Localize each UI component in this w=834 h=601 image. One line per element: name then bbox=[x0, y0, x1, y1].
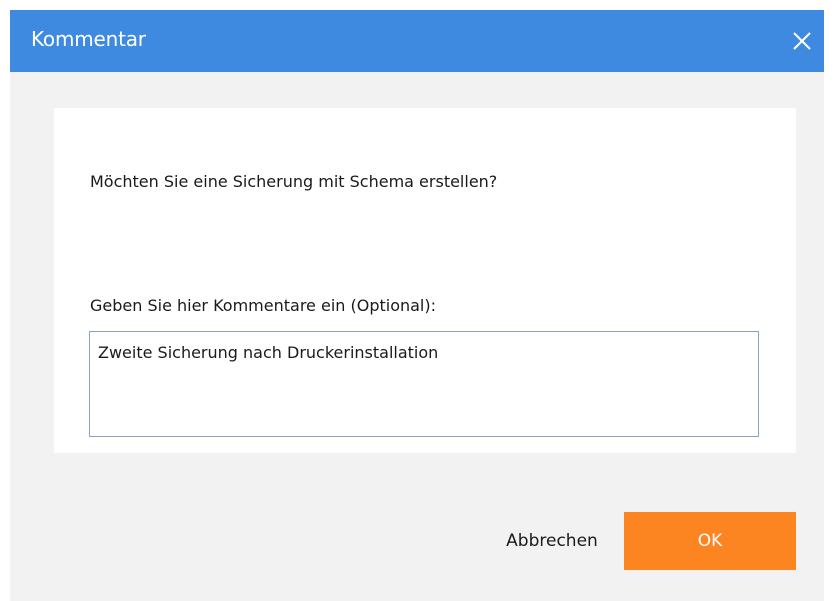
cancel-button[interactable]: Abbrechen bbox=[490, 512, 614, 570]
dialog-title: Kommentar bbox=[31, 27, 146, 51]
close-icon bbox=[793, 32, 811, 50]
question-text: Möchten Sie eine Sicherung mit Schema er… bbox=[90, 172, 498, 191]
dialog-titlebar: Kommentar bbox=[10, 10, 824, 72]
ok-button[interactable]: OK bbox=[624, 512, 796, 570]
content-panel: Möchten Sie eine Sicherung mit Schema er… bbox=[54, 108, 796, 453]
close-button[interactable] bbox=[780, 10, 824, 72]
comment-label: Geben Sie hier Kommentare ein (Optional)… bbox=[90, 296, 437, 315]
comment-input[interactable]: Zweite Sicherung nach Druckerinstallatio… bbox=[89, 331, 759, 437]
comment-dialog: Kommentar Möchten Sie eine Sicherung mit… bbox=[10, 10, 824, 601]
